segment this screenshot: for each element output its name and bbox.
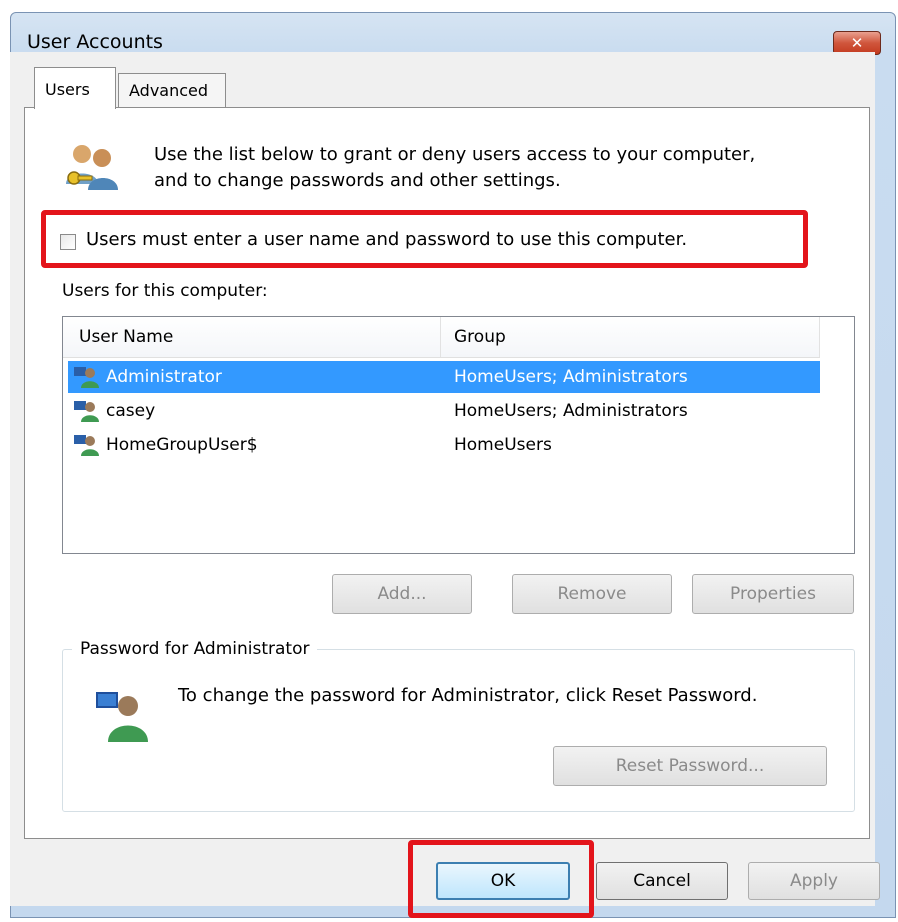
- remove-user-button[interactable]: Remove: [512, 574, 672, 614]
- cell-user-name: casey: [106, 401, 156, 421]
- apply-button[interactable]: Apply: [748, 862, 880, 900]
- users-listview[interactable]: User Name Group Administrator HomeUsers;…: [62, 316, 855, 554]
- users-keys-icon: [66, 145, 118, 190]
- users-list-heading: Users for this computer:: [62, 281, 268, 301]
- user-icon: [74, 401, 99, 422]
- intro-line-2: and to change passwords and other settin…: [154, 170, 561, 191]
- password-groupbox: [62, 649, 855, 812]
- cell-group: HomeUsers: [454, 435, 552, 455]
- password-instructions: To change the password for Administrator…: [178, 685, 758, 706]
- user-icon: [96, 692, 148, 742]
- close-icon: ✕: [850, 34, 864, 52]
- ok-button[interactable]: OK: [436, 862, 570, 900]
- column-user-name-label: User Name: [79, 327, 174, 347]
- cell-group: HomeUsers; Administrators: [454, 401, 688, 421]
- password-group-title: Password for Administrator: [72, 639, 318, 659]
- tab-users[interactable]: Users: [34, 67, 116, 109]
- window-title: User Accounts: [27, 31, 163, 53]
- cell-user-name: Administrator: [106, 367, 222, 387]
- column-header-user-name[interactable]: User Name: [63, 317, 441, 357]
- require-login-checkbox[interactable]: [60, 234, 76, 250]
- listview-header: User Name Group: [63, 317, 820, 358]
- user-icon: [74, 367, 99, 388]
- cell-group: HomeUsers; Administrators: [454, 367, 688, 387]
- column-group-label: Group: [454, 327, 506, 347]
- tab-advanced[interactable]: Advanced: [118, 73, 226, 107]
- table-row[interactable]: Administrator HomeUsers; Administrators: [68, 361, 820, 393]
- table-row[interactable]: HomeGroupUser$ HomeUsers: [68, 429, 820, 461]
- properties-button[interactable]: Properties: [692, 574, 854, 614]
- tab-advanced-label: Advanced: [129, 81, 209, 100]
- intro-text: Use the list below to grant or deny user…: [154, 142, 854, 194]
- tab-users-label: Users: [45, 80, 90, 99]
- user-icon: [74, 435, 99, 456]
- require-login-label[interactable]: Users must enter a user name and passwor…: [86, 229, 687, 250]
- table-row[interactable]: casey HomeUsers; Administrators: [68, 395, 820, 427]
- reset-password-button[interactable]: Reset Password...: [553, 746, 827, 786]
- column-header-group[interactable]: Group: [441, 317, 820, 357]
- cancel-button[interactable]: Cancel: [596, 862, 728, 900]
- add-user-button[interactable]: Add...: [332, 574, 472, 614]
- intro-line-1: Use the list below to grant or deny user…: [154, 144, 756, 165]
- cell-user-name: HomeGroupUser$: [106, 435, 258, 455]
